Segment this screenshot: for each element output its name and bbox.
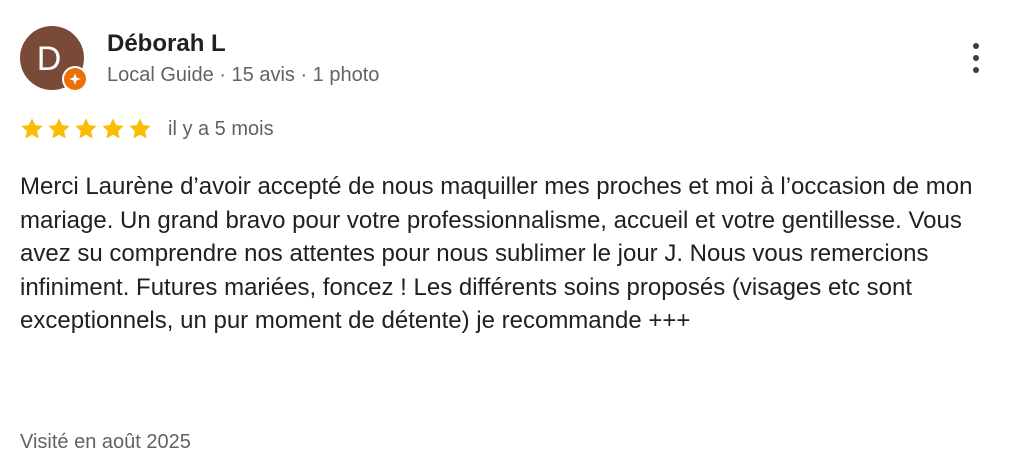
star-icon bbox=[48, 118, 70, 139]
more-vert-icon bbox=[973, 43, 979, 49]
author-meta: Local Guide · 15 avis · 1 photo bbox=[107, 64, 380, 86]
star-icon bbox=[129, 118, 151, 139]
avatar-initial: D bbox=[36, 40, 62, 78]
star-rating bbox=[19, 116, 153, 142]
more-options-button[interactable] bbox=[958, 36, 994, 80]
more-vert-icon-dot bbox=[973, 67, 979, 73]
visit-date: Visité en août 2025 bbox=[20, 431, 191, 453]
review-card: D Déborah L Local Guide · 15 avis · 1 ph… bbox=[0, 0, 1024, 476]
author-name[interactable]: Déborah L bbox=[107, 30, 226, 58]
local-guide-star-icon bbox=[64, 68, 86, 90]
avatar[interactable]: D bbox=[20, 26, 88, 92]
star-icon bbox=[21, 118, 43, 139]
star-icon bbox=[75, 118, 97, 139]
more-vert-icon-dot bbox=[973, 55, 979, 61]
rating-row: il y a 5 mois bbox=[19, 116, 274, 142]
local-guide-badge bbox=[62, 66, 88, 92]
review-text: Merci Laurène d’avoir accepté de nous ma… bbox=[20, 173, 973, 334]
review-date: il y a 5 mois bbox=[168, 118, 274, 140]
star-icon bbox=[102, 118, 124, 139]
